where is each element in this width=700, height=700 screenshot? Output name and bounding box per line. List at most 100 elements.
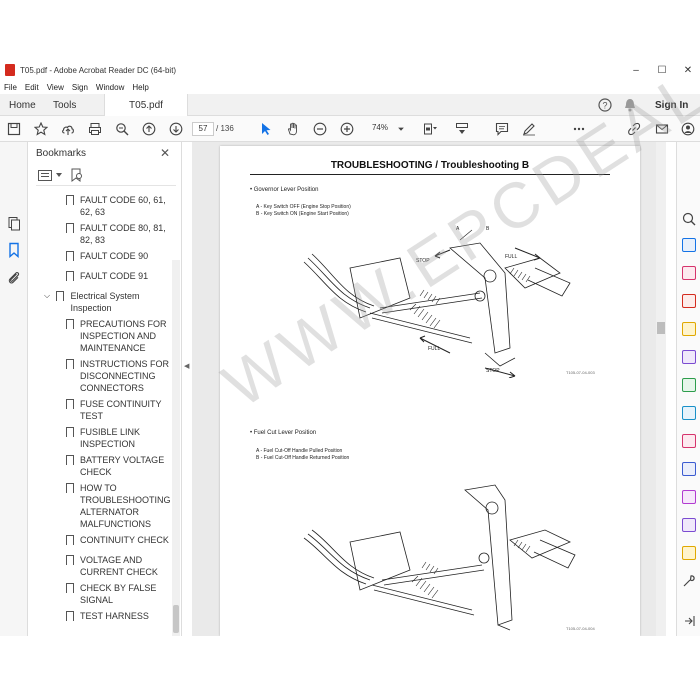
share-link-icon[interactable] [626,121,642,137]
save-icon[interactable] [6,121,22,137]
draw-pen-icon[interactable] [521,121,537,137]
organize-pages-icon[interactable] [682,266,696,280]
bookmark-item[interactable]: FUSE CONTINUITY TEST [66,398,166,422]
find-bookmark-icon[interactable] [70,168,84,185]
bookmark-item[interactable]: PRECAUTIONS FOR INSPECTION AND MAINTENAN… [66,318,170,354]
zoom-in-icon[interactable] [339,121,355,137]
bookmark-flag-icon [66,483,74,495]
print-icon[interactable] [87,121,103,137]
compress-pdf-icon[interactable] [682,378,696,392]
zoom-level-input[interactable]: 74% [365,122,395,136]
star-bookmark-icon[interactable] [33,121,49,137]
figure-code: T105-07-04-003 [566,370,595,375]
figure-label: FULL [505,254,518,260]
figure-label: A [456,226,460,232]
export-pdf-icon[interactable] [682,238,696,252]
options-chevron-down-icon[interactable] [56,173,62,177]
menu-window[interactable]: Window [96,83,124,92]
figure-code: T105-07-04-004 [566,626,595,631]
menu-help[interactable]: Help [132,83,148,92]
collapse-right-panel-icon[interactable] [682,614,696,628]
bookmark-flag-icon [66,271,74,283]
section-heading: • Fuel Cut Lever Position [250,430,317,436]
bookmarks-scrollbar-thumb[interactable] [173,605,179,633]
menu-edit[interactable]: Edit [25,83,39,92]
close-panel-button[interactable]: ✕ [160,146,170,160]
bookmark-item[interactable]: FAULT CODE 80, 81, 82, 83 [66,222,166,246]
stamp-icon[interactable] [682,546,696,560]
bookmark-item-expanded[interactable]: ⌵ Electrical System Inspection [44,290,166,314]
collapse-panel-handle-icon[interactable]: ◀ [184,362,189,370]
menu-file[interactable]: File [4,83,17,92]
maximize-button[interactable]: ☐ [648,60,676,80]
page-down-icon[interactable] [168,121,184,137]
bookmarks-panel: Bookmarks ✕ FAULT CODE 60, 61, 62, 63 FA… [28,142,182,636]
bookmark-item[interactable]: BATTERY VOLTAGE CHECK [66,454,166,478]
zoom-dropdown-chevron-icon[interactable] [396,121,406,137]
page-fit-icon[interactable] [422,121,438,137]
document-scrollbar-thumb[interactable] [657,322,665,334]
comment-tool-icon[interactable] [682,322,696,336]
tab-tools[interactable]: Tools [53,94,76,116]
email-icon[interactable] [654,121,670,137]
tab-home[interactable]: Home [9,94,36,116]
menu-sign[interactable]: Sign [72,83,88,92]
notification-bell-icon[interactable] [624,94,636,116]
bookmark-item[interactable]: HOW TO TROUBLESHOOTING ALTERNATOR MALFUN… [66,482,171,530]
bookmark-item[interactable]: VOLTAGE AND CURRENT CHECK [66,554,166,578]
tab-document[interactable]: T05.pdf [104,94,188,116]
protect-shield-icon[interactable] [682,462,696,476]
bookmark-item[interactable]: CONTINUITY CHECK [66,534,170,547]
bookmarks-panel-icon[interactable] [6,242,22,259]
send-for-review-icon[interactable] [682,490,696,504]
tab-bar: Home Tools T05.pdf ? Sign In [0,94,700,116]
document-scrollbar[interactable] [656,142,666,636]
page-number-input[interactable]: 57 [192,122,214,136]
combine-files-icon[interactable] [682,350,696,364]
zoom-out-icon[interactable] [312,121,328,137]
document-viewport[interactable]: TROUBLESHOOTING / Troubleshooting B • Go… [192,142,666,636]
scroll-mode-icon[interactable] [454,121,470,137]
more-tools-icon[interactable] [571,121,587,137]
fill-sign-icon[interactable] [682,434,696,448]
bookmark-item[interactable]: FUSIBLE LINK INSPECTION [66,426,166,450]
minimize-button[interactable]: – [622,60,650,80]
search-zoom-icon[interactable] [682,212,696,226]
request-signature-icon[interactable] [682,518,696,532]
bookmark-item[interactable]: TEST HARNESS [66,610,166,623]
expand-chevron-icon[interactable]: ⌵ [44,290,52,314]
zoom-search-icon[interactable] [114,121,130,137]
window-title: T05.pdf - Adobe Acrobat Reader DC (64-bi… [20,65,177,75]
menu-view[interactable]: View [47,83,64,92]
bookmark-item[interactable]: FAULT CODE 90 [66,250,166,263]
page-thumbnails-icon[interactable] [6,216,22,232]
hand-tool-icon[interactable] [285,121,301,137]
bookmark-flag-icon [66,555,74,567]
help-icon[interactable]: ? [598,94,612,116]
cloud-upload-icon[interactable] [60,121,76,137]
bookmark-flag-icon [66,319,74,331]
close-window-button[interactable]: ✕ [674,60,700,80]
create-pdf-icon[interactable] [682,294,696,308]
bookmark-item[interactable]: FAULT CODE 60, 61, 62, 63 [66,194,166,218]
attachments-paperclip-icon[interactable] [6,270,22,286]
scan-ocr-icon[interactable] [682,406,696,420]
menu-bar: File Edit View Sign Window Help [0,80,700,94]
page-heading: TROUBLESHOOTING / Troubleshooting B [330,160,530,171]
comment-icon[interactable] [494,121,510,137]
bookmark-flag-icon [66,359,74,371]
sign-in-link[interactable]: Sign In [655,94,688,116]
page-up-icon[interactable] [141,121,157,137]
account-icon[interactable] [680,121,696,137]
bookmark-item[interactable]: FAULT CODE 91 [66,270,166,283]
left-navigation-rail [0,142,28,636]
bookmark-item[interactable]: CHECK BY FALSE SIGNAL [66,582,166,606]
bookmark-list: FAULT CODE 60, 61, 62, 63 FAULT CODE 80,… [28,194,174,634]
bookmarks-tools [36,168,176,186]
bookmarks-scrollbar[interactable] [172,260,180,636]
bookmark-flag-icon [56,291,65,303]
select-cursor-icon[interactable] [258,121,274,137]
bookmark-item[interactable]: INSTRUCTIONS FOR DISCONNECTING CONNECTOR… [66,358,170,394]
bookmark-options-icon[interactable] [38,170,52,181]
more-tools-wrench-icon[interactable] [682,574,696,588]
